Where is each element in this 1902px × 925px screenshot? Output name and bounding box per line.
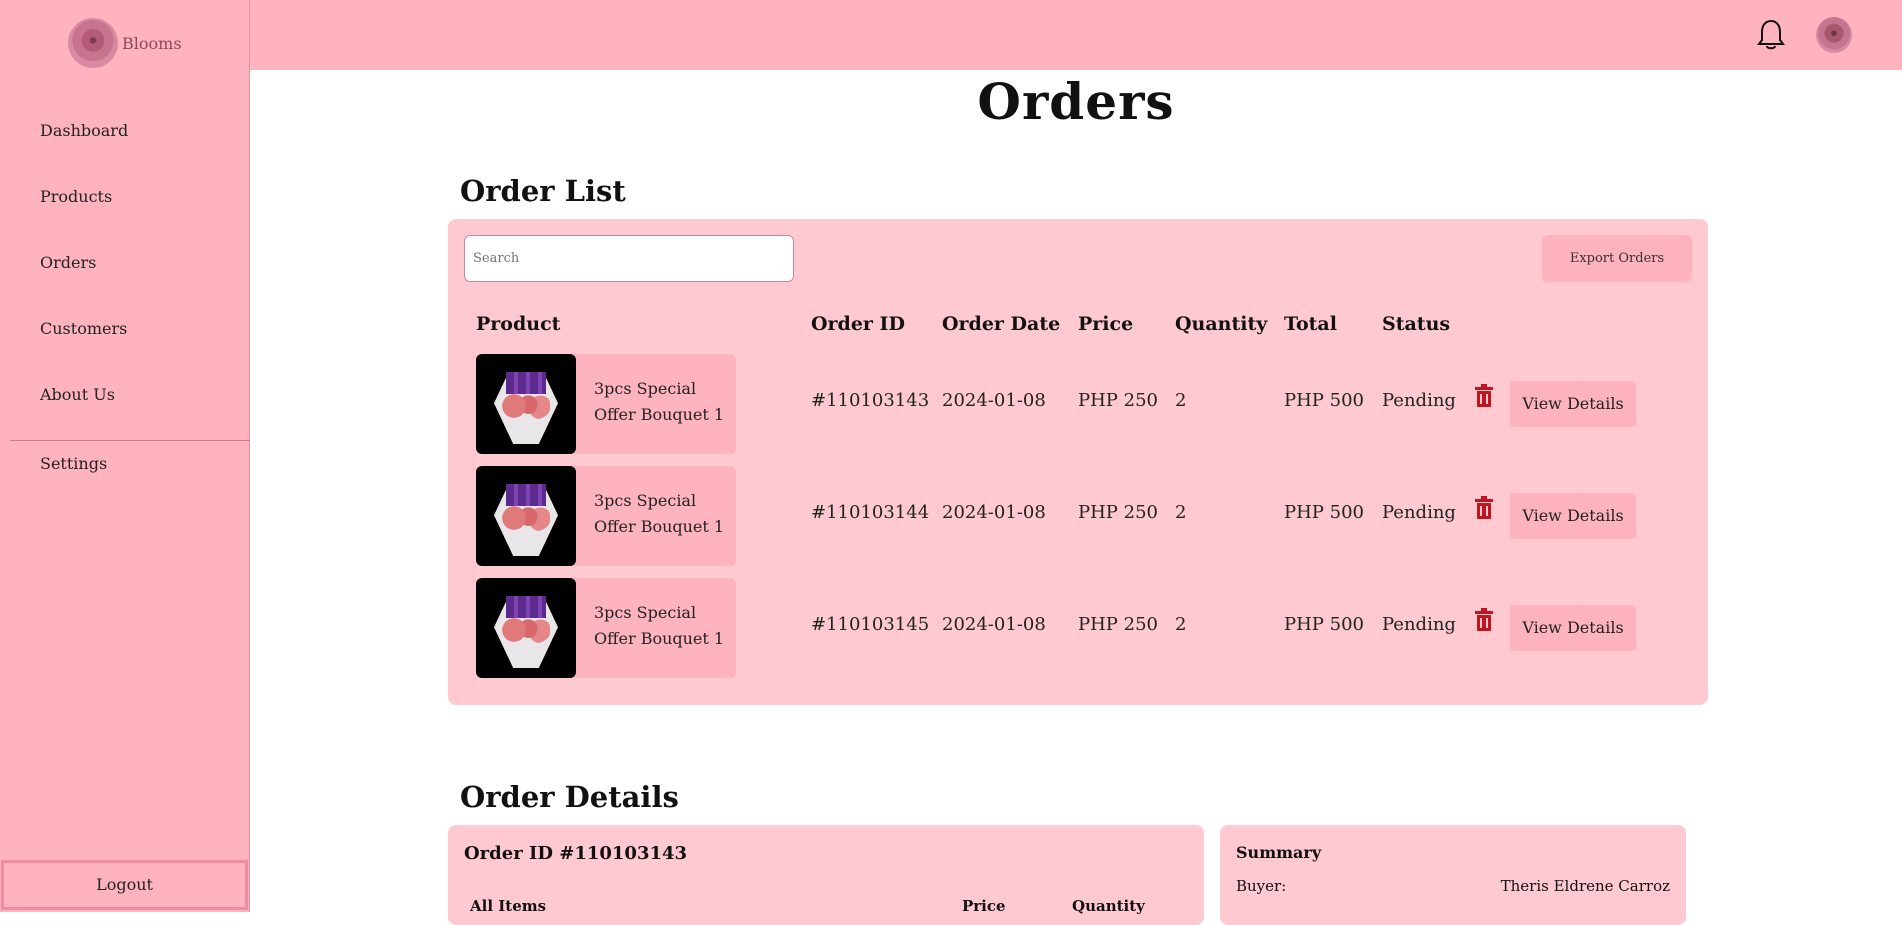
quantity: 2: [1175, 390, 1187, 411]
quantity: 2: [1175, 502, 1187, 523]
column-header-status: Status: [1382, 313, 1451, 335]
price: PHP 250: [1078, 390, 1158, 411]
product-image: [476, 466, 576, 566]
buyer-label: Buyer:: [1236, 877, 1287, 895]
column-header-price: Price: [1078, 313, 1134, 335]
status: Pending: [1382, 502, 1456, 523]
column-header-quantity: Quantity: [1072, 897, 1145, 915]
export-orders-button[interactable]: Export Orders: [1542, 235, 1692, 282]
order-list-panel: Export Orders Product Order ID Order Dat…: [448, 219, 1708, 705]
product-name: 3pcs Special Offer Bouquet 1: [594, 603, 725, 648]
page-title: Orders: [977, 72, 1175, 131]
sidebar-item-settings[interactable]: Settings: [0, 443, 250, 509]
order-details-title: Order Details: [460, 780, 679, 814]
column-header-product: Product: [476, 313, 561, 335]
order-id: #110103144: [811, 502, 930, 523]
rose-logo-icon: [68, 18, 118, 68]
order-detail-card: Order ID #110103143 All Items Price Quan…: [448, 825, 1204, 925]
column-header-price: Price: [962, 897, 1006, 915]
price: PHP 250: [1078, 502, 1158, 523]
table-row: 3pcs Special Offer Bouquet 1 #110103145 …: [448, 578, 1708, 678]
order-id: #110103145: [811, 614, 930, 635]
sidebar: Blooms Dashboard Products Orders Custome…: [0, 0, 250, 912]
product-card: 3pcs Special Offer Bouquet 1: [476, 354, 736, 454]
status: Pending: [1382, 390, 1456, 411]
product-name: 3pcs Special Offer Bouquet 1: [594, 491, 725, 536]
brand-name: Blooms: [122, 33, 182, 53]
order-date: 2024-01-08: [942, 614, 1046, 635]
table-row: 3pcs Special Offer Bouquet 1 #110103143 …: [448, 354, 1708, 454]
sidebar-divider: [10, 440, 250, 441]
total: PHP 500: [1284, 502, 1364, 523]
view-details-button[interactable]: View Details: [1510, 605, 1636, 651]
column-header-order-id: Order ID: [811, 313, 905, 335]
summary-title: Summary: [1236, 843, 1322, 862]
trash-icon[interactable]: [1474, 608, 1494, 632]
sidebar-item-products[interactable]: Products: [0, 176, 250, 242]
product-image: [476, 578, 576, 678]
price: PHP 250: [1078, 614, 1158, 635]
total: PHP 500: [1284, 390, 1364, 411]
product-image: [476, 354, 576, 454]
quantity: 2: [1175, 614, 1187, 635]
brand-logo[interactable]: Blooms: [68, 18, 182, 68]
trash-icon[interactable]: [1474, 384, 1494, 408]
sidebar-item-dashboard[interactable]: Dashboard: [0, 110, 250, 176]
top-bar: [250, 0, 1902, 70]
status: Pending: [1382, 614, 1456, 635]
product-name: 3pcs Special Offer Bouquet 1: [594, 379, 725, 424]
column-header-all-items: All Items: [470, 897, 547, 915]
product-card: 3pcs Special Offer Bouquet 1: [476, 466, 736, 566]
product-card: 3pcs Special Offer Bouquet 1: [476, 578, 736, 678]
order-id-label: Order ID #110103143: [464, 843, 688, 864]
summary-card: Summary Buyer: Theris Eldrene Carroz: [1220, 825, 1686, 925]
sidebar-nav: Dashboard Products Orders Customers Abou…: [0, 110, 250, 509]
total: PHP 500: [1284, 614, 1364, 635]
logout-button[interactable]: Logout: [1, 860, 248, 910]
view-details-button[interactable]: View Details: [1510, 493, 1636, 539]
sidebar-item-customers[interactable]: Customers: [0, 308, 250, 374]
order-id: #110103143: [811, 390, 930, 411]
buyer-value: Theris Eldrene Carroz: [1500, 877, 1670, 895]
column-header-order-date: Order Date: [942, 313, 1061, 335]
sidebar-item-about-us[interactable]: About Us: [0, 374, 250, 440]
order-date: 2024-01-08: [942, 390, 1046, 411]
search-input[interactable]: [464, 235, 794, 282]
avatar[interactable]: [1816, 17, 1852, 53]
trash-icon[interactable]: [1474, 496, 1494, 520]
order-date: 2024-01-08: [942, 502, 1046, 523]
order-list-title: Order List: [460, 174, 626, 208]
view-details-button[interactable]: View Details: [1510, 381, 1636, 427]
sidebar-item-orders[interactable]: Orders: [0, 242, 250, 308]
column-header-quantity: Quantity: [1175, 313, 1268, 335]
bell-icon[interactable]: [1756, 18, 1786, 52]
table-row: 3pcs Special Offer Bouquet 1 #110103144 …: [448, 466, 1708, 566]
column-header-total: Total: [1284, 313, 1337, 335]
